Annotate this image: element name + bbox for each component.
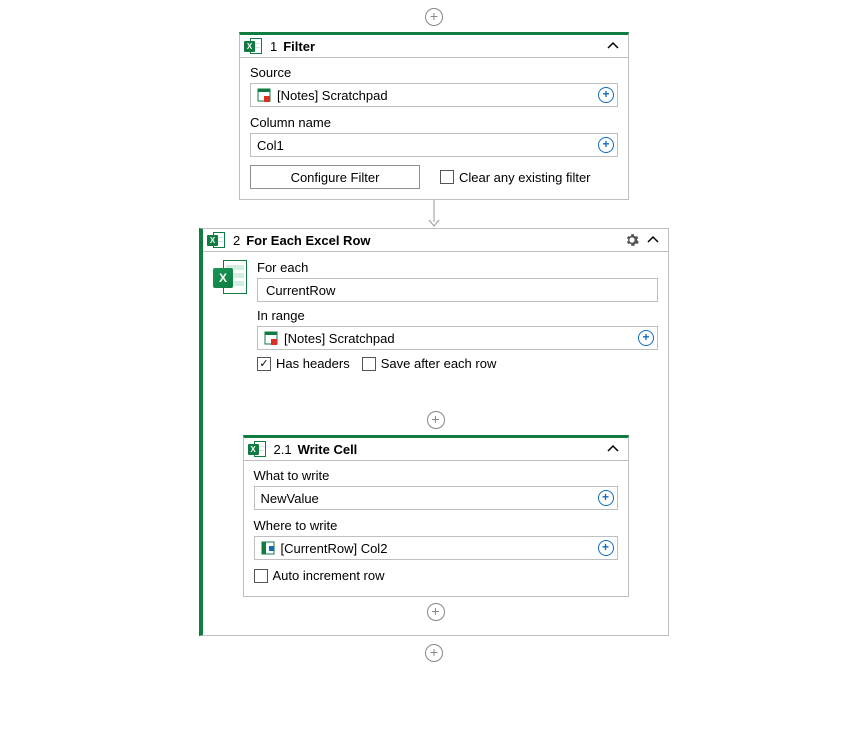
add-step-bottom[interactable] <box>425 644 443 662</box>
gear-icon[interactable] <box>624 232 640 248</box>
save-after-label: Save after each row <box>381 356 497 371</box>
plus-icon[interactable] <box>598 87 614 103</box>
what-label: What to write <box>254 468 618 483</box>
column-label: Column name <box>250 115 618 130</box>
auto-increment-label: Auto increment row <box>273 568 385 583</box>
column-value: Col1 <box>257 138 284 153</box>
in-range-field[interactable]: [Notes] Scratchpad <box>257 326 658 350</box>
configure-filter-label: Configure Filter <box>291 170 380 185</box>
for-each-field[interactable] <box>257 278 658 302</box>
foreach-body: X For each In range [Notes] Scratchpad <box>203 252 668 381</box>
plus-icon[interactable] <box>638 330 654 346</box>
filter-number: 1 <box>270 39 277 54</box>
foreach-activity: X 2 For Each Excel Row X For each <box>199 228 669 636</box>
workflow-canvas: X 1 Filter Source [Notes] Scratchpad Col… <box>0 0 868 662</box>
foreach-container: X 2.1 Write Cell What to write NewValue <box>203 381 668 635</box>
save-after-checkbox[interactable]: Save after each row <box>362 356 497 371</box>
excel-icon: X <box>248 441 266 457</box>
foreach-number: 2 <box>233 233 240 248</box>
writecell-body: What to write NewValue Where to write [C… <box>244 461 628 596</box>
column-field[interactable]: Col1 <box>250 133 618 157</box>
add-step-top[interactable] <box>425 8 443 26</box>
filter-title: Filter <box>283 39 315 54</box>
auto-increment-checkbox[interactable]: Auto increment row <box>254 568 385 583</box>
checkbox-box <box>257 357 271 371</box>
excel-icon: X <box>244 38 262 54</box>
clear-existing-label: Clear any existing filter <box>459 170 591 185</box>
configure-filter-button[interactable]: Configure Filter <box>250 165 420 189</box>
clear-existing-checkbox[interactable]: Clear any existing filter <box>440 170 591 185</box>
excel-icon-large: X <box>213 260 247 294</box>
writecell-title: Write Cell <box>298 442 358 457</box>
collapse-icon[interactable] <box>646 233 660 247</box>
writecell-number: 2.1 <box>274 442 292 457</box>
source-field[interactable]: [Notes] Scratchpad <box>250 83 618 107</box>
plus-icon[interactable] <box>598 540 614 556</box>
excel-icon: X <box>207 232 225 248</box>
for-each-input[interactable] <box>264 282 651 299</box>
for-each-label: For each <box>257 260 658 275</box>
checkbox-box <box>254 569 268 583</box>
in-range-value: [Notes] Scratchpad <box>284 331 395 346</box>
writecell-header[interactable]: X 2.1 Write Cell <box>244 438 628 461</box>
where-value: [CurrentRow] Col2 <box>281 541 388 556</box>
range-icon <box>257 88 271 102</box>
add-step-inner-bottom[interactable] <box>427 603 445 621</box>
filter-activity: X 1 Filter Source [Notes] Scratchpad Col… <box>239 32 629 200</box>
foreach-header[interactable]: X 2 For Each Excel Row <box>203 229 668 252</box>
plus-icon[interactable] <box>598 490 614 506</box>
cell-ref-icon <box>261 541 275 555</box>
source-value: [Notes] Scratchpad <box>277 88 388 103</box>
foreach-title: For Each Excel Row <box>246 233 370 248</box>
where-label: Where to write <box>254 518 618 533</box>
has-headers-label: Has headers <box>276 356 350 371</box>
filter-header[interactable]: X 1 Filter <box>240 35 628 58</box>
collapse-icon[interactable] <box>606 442 620 456</box>
connector-arrow <box>0 200 868 228</box>
checkbox-box <box>362 357 376 371</box>
filter-body: Source [Notes] Scratchpad Column name Co… <box>240 58 628 199</box>
source-label: Source <box>250 65 618 80</box>
collapse-icon[interactable] <box>606 39 620 53</box>
writecell-activity: X 2.1 Write Cell What to write NewValue <box>243 435 629 597</box>
plus-icon[interactable] <box>598 137 614 153</box>
range-icon <box>264 331 278 345</box>
what-field[interactable]: NewValue <box>254 486 618 510</box>
has-headers-checkbox[interactable]: Has headers <box>257 356 350 371</box>
where-field[interactable]: [CurrentRow] Col2 <box>254 536 618 560</box>
checkbox-box <box>440 170 454 184</box>
add-step-inner-top[interactable] <box>427 411 445 429</box>
in-range-label: In range <box>257 308 658 323</box>
what-value: NewValue <box>261 491 319 506</box>
